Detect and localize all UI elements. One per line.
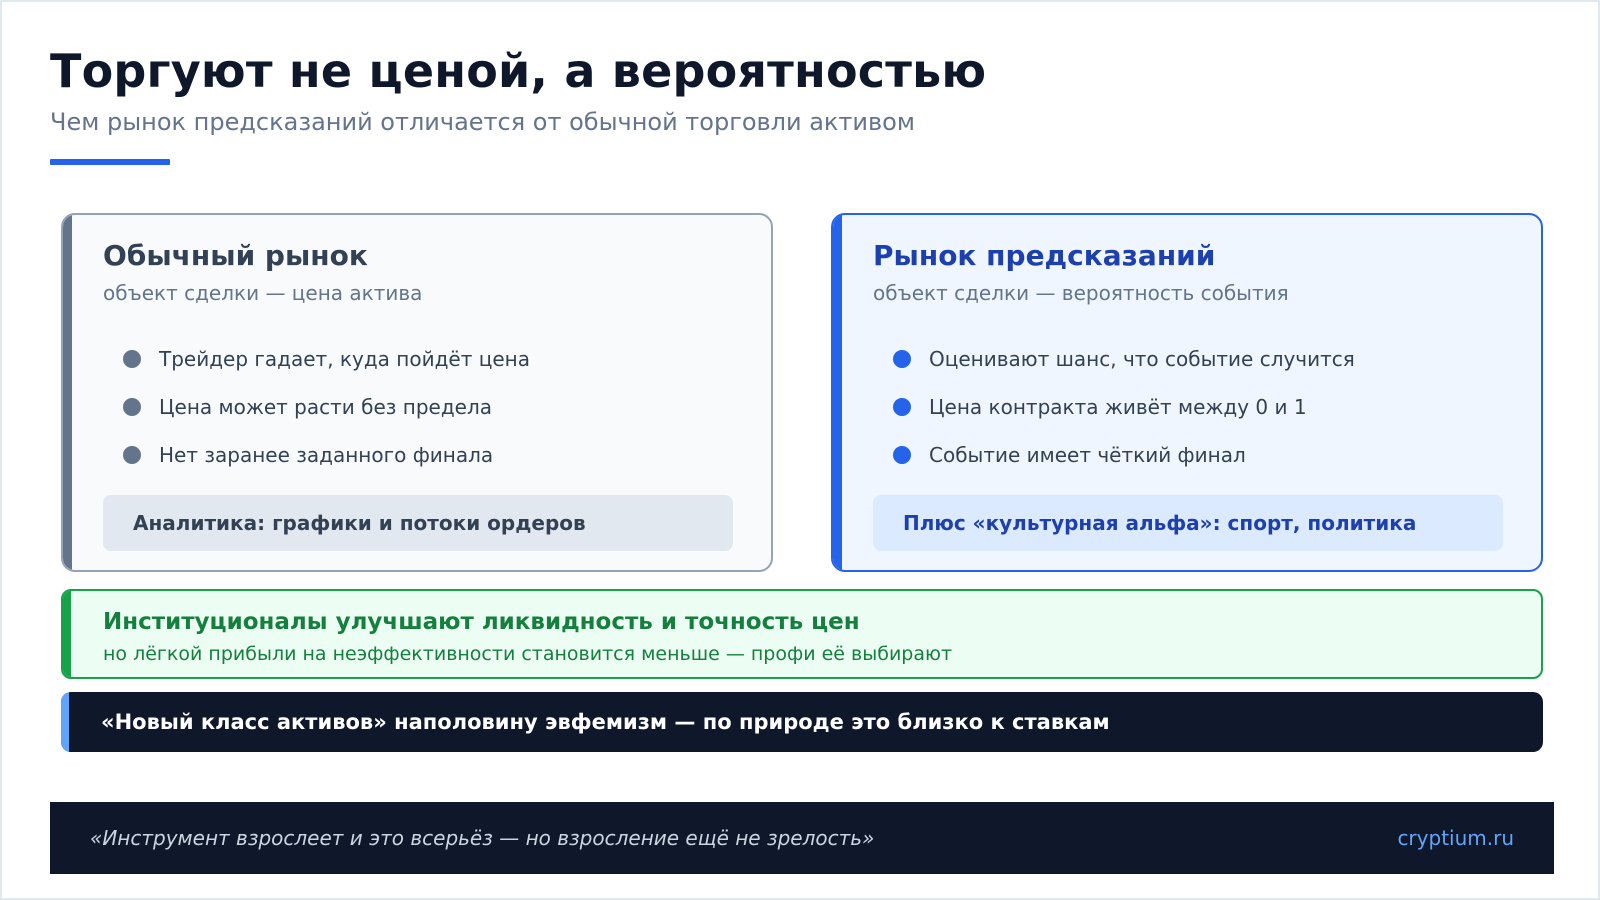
card-note: Плюс «культурная альфа»: спорт, политика [873, 495, 1503, 551]
bullet-dot-icon [893, 446, 911, 464]
list-item-text: Цена может расти без предела [159, 395, 493, 419]
list-item: Трейдер гадает, куда пойдёт цена [123, 335, 530, 383]
list-item-text: Событие имеет чёткий финал [929, 443, 1246, 467]
card-subtitle: объект сделки — цена актива [103, 281, 423, 305]
footer: «Инструмент взрослеет и это всерьёз — но… [50, 802, 1554, 874]
asset-class-callout: «Новый класс активов» наполовину эвфемиз… [61, 692, 1543, 752]
bullet-list: Оценивают шанс, что событие случится Цен… [893, 335, 1355, 479]
page-subtitle: Чем рынок предсказаний отличается от обы… [50, 108, 915, 136]
list-item: Нет заранее заданного финала [123, 431, 530, 479]
card-accent-stripe [63, 215, 72, 570]
list-item: Цена может расти без предела [123, 383, 530, 431]
card-title: Обычный рынок [103, 239, 368, 272]
slide: Торгуют не ценой, а вероятностью Чем рын… [0, 0, 1600, 900]
bullet-dot-icon [123, 350, 141, 368]
callout-subtitle: но лёгкой прибыли на неэффективности ста… [103, 643, 953, 665]
regular-market-card: Обычный рынок объект сделки — цена актив… [61, 213, 773, 572]
card-note: Аналитика: графики и потоки ордеров [103, 495, 733, 551]
list-item-text: Цена контракта живёт между 0 и 1 [929, 395, 1307, 419]
bullet-list: Трейдер гадает, куда пойдёт цена Цена мо… [123, 335, 530, 479]
callout-accent-stripe [63, 591, 71, 677]
card-subtitle: объект сделки — вероятность события [873, 281, 1289, 305]
list-item-text: Оценивают шанс, что событие случится [929, 347, 1355, 371]
prediction-market-card: Рынок предсказаний объект сделки — вероя… [831, 213, 1543, 572]
list-item: Цена контракта живёт между 0 и 1 [893, 383, 1355, 431]
footer-quote: «Инструмент взрослеет и это всерьёз — но… [90, 826, 875, 850]
callout-title: Институционалы улучшают ликвидность и то… [103, 609, 860, 635]
list-item-text: Трейдер гадает, куда пойдёт цена [159, 347, 530, 371]
page-title: Торгуют не ценой, а вероятностью [50, 44, 987, 98]
site-link[interactable]: cryptium.ru [1397, 826, 1514, 850]
bullet-dot-icon [123, 398, 141, 416]
institutions-callout: Институционалы улучшают ликвидность и то… [61, 589, 1543, 679]
callout-accent-stripe [61, 692, 69, 752]
bullet-dot-icon [123, 446, 141, 464]
title-accent-divider [50, 159, 170, 165]
bullet-dot-icon [893, 350, 911, 368]
bullet-dot-icon [893, 398, 911, 416]
list-item-text: Нет заранее заданного финала [159, 443, 494, 467]
list-item: Событие имеет чёткий финал [893, 431, 1355, 479]
card-title: Рынок предсказаний [873, 239, 1216, 272]
list-item: Оценивают шанс, что событие случится [893, 335, 1355, 383]
card-accent-stripe [833, 215, 842, 570]
callout-text: «Новый класс активов» наполовину эвфемиз… [101, 710, 1110, 734]
